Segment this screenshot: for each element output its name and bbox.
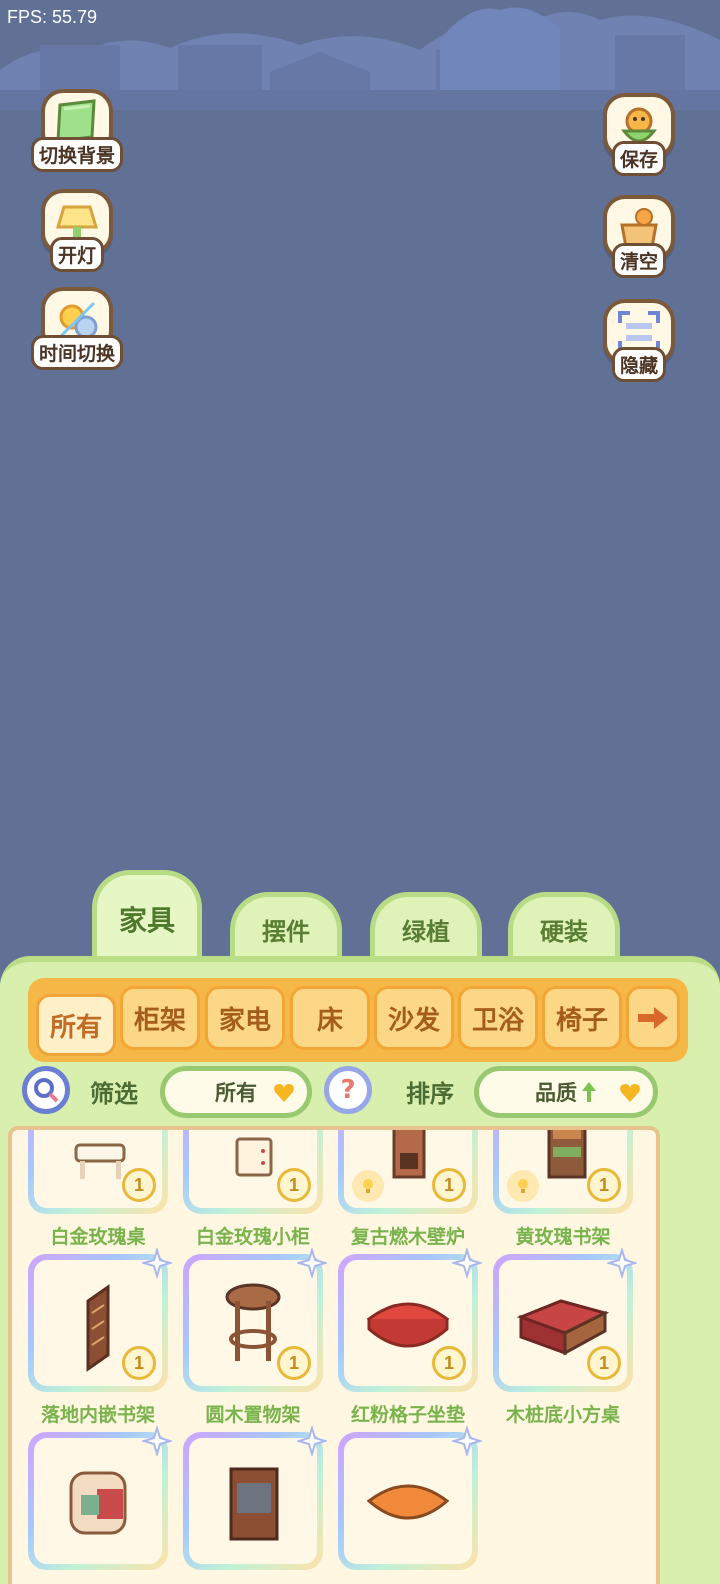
sub-tab-appliance-label: 家电 [218, 1005, 271, 1036]
item-count-badge: 1 [432, 1168, 466, 1202]
item-count-badge: 1 [432, 1346, 466, 1380]
switch-background-label: 切换背景 [31, 137, 124, 172]
item-count-badge: 1 [587, 1168, 621, 1202]
item-name: 红粉格子坐垫 [350, 1404, 465, 1426]
list-item[interactable] [183, 1426, 327, 1584]
item-count-badge: 1 [122, 1168, 156, 1202]
sub-tab-sofa[interactable]: 沙发 [374, 986, 454, 1050]
sparkle-icon [452, 1426, 482, 1456]
armchair-icon [69, 1471, 127, 1535]
item-count-badge: 1 [122, 1346, 156, 1380]
filter-row: 筛选 所有 ? 排序 品质 [20, 1064, 700, 1122]
item-count-badge: 1 [277, 1168, 311, 1202]
tab-hardware-label: 硬装 [540, 918, 588, 946]
light-on-button[interactable]: 开灯 [32, 180, 122, 272]
lightbulb-icon [507, 1170, 539, 1202]
item-count-badge: 1 [587, 1346, 621, 1380]
list-item[interactable]: 1 红粉格子坐垫 [338, 1248, 482, 1430]
sparkle-icon [297, 1426, 327, 1456]
sparkle-icon [142, 1248, 172, 1278]
arrow-up-icon [582, 1082, 596, 1102]
list-item[interactable]: 1 圆木置物架 [183, 1248, 327, 1430]
item-name: 黄玫瑰书架 [515, 1226, 611, 1248]
sparkle-icon [297, 1248, 327, 1278]
filter-value: 所有 [215, 1081, 257, 1105]
list-item[interactable]: 1 白金玫瑰小柜 [183, 1130, 323, 1252]
arrow-right-icon [638, 1007, 668, 1029]
filter-dropdown[interactable]: 所有 [160, 1066, 312, 1118]
clear-button[interactable]: 清空 [594, 186, 684, 278]
tab-furniture[interactable]: 家具 [92, 870, 202, 962]
list-item[interactable]: 1 黄玫瑰书架 [493, 1130, 633, 1252]
sort-label: 排序 [406, 1080, 454, 1108]
fps-counter: FPS: 55.79 [7, 7, 98, 27]
filter-label: 筛选 [90, 1080, 138, 1108]
sub-tab-cabinet-label: 柜架 [133, 1005, 186, 1036]
light-on-label: 开灯 [49, 237, 104, 272]
furniture-panel: 所有 柜架 家电 床 沙发 卫浴 椅子 筛选 所有 ? 排序 品质 1 白金玫瑰… [0, 956, 720, 1584]
sub-tab-bar: 所有 柜架 家电 床 沙发 卫浴 椅子 [28, 978, 688, 1062]
tab-hardware[interactable]: 硬装 [508, 892, 620, 962]
sub-tab-bathroom[interactable]: 卫浴 [458, 986, 538, 1050]
sub-tab-appliance[interactable]: 家电 [205, 986, 285, 1050]
tv-cabinet-icon [229, 1467, 279, 1541]
switch-background-button[interactable]: 切换背景 [31, 80, 124, 172]
sub-tab-sofa-label: 沙发 [387, 1005, 440, 1036]
list-item[interactable] [338, 1426, 482, 1584]
time-switch-label: 时间切换 [31, 335, 124, 370]
save-button[interactable]: 保存 [594, 84, 684, 176]
heart-icon [620, 1084, 640, 1102]
sub-tab-bed[interactable]: 床 [290, 986, 370, 1050]
tab-ornaments-label: 摆件 [262, 918, 310, 946]
item-name: 白金玫瑰桌 [50, 1226, 146, 1248]
item-name: 圆木置物架 [205, 1404, 301, 1426]
sparkle-icon [607, 1248, 637, 1278]
help-icon[interactable]: ? [324, 1066, 372, 1114]
sort-value: 品质 [535, 1081, 577, 1105]
item-name: 木桩底小方桌 [505, 1404, 620, 1426]
hide-label: 隐藏 [611, 347, 666, 382]
sub-tab-all-label: 所有 [49, 1012, 102, 1043]
list-item[interactable] [28, 1426, 172, 1584]
sort-dropdown[interactable]: 品质 [474, 1066, 658, 1118]
list-item[interactable]: 1 落地内嵌书架 [28, 1248, 172, 1430]
item-grid: 1 白金玫瑰桌 1 白金玫瑰小柜 1 复古燃木壁炉 1 黄玫瑰书架 1 落地内嵌… [8, 1126, 660, 1584]
item-name: 白金玫瑰小柜 [195, 1226, 310, 1248]
time-switch-button[interactable]: 时间切换 [31, 278, 124, 370]
lightbulb-icon [352, 1170, 384, 1202]
tab-plants-label: 绿植 [402, 918, 450, 946]
sub-tab-chair-label: 椅子 [555, 1005, 608, 1036]
sub-tab-next-arrow[interactable] [626, 986, 680, 1050]
item-name: 复古燃木壁炉 [350, 1226, 465, 1248]
item-name: 落地内嵌书架 [40, 1404, 155, 1426]
heart-icon [274, 1084, 294, 1102]
tab-furniture-label: 家具 [118, 903, 175, 937]
search-icon[interactable] [22, 1066, 70, 1114]
hide-button[interactable]: 隐藏 [594, 290, 684, 382]
orange-cushion-icon [366, 1484, 450, 1520]
sub-tab-all[interactable]: 所有 [36, 994, 116, 1056]
item-count-badge: 1 [277, 1346, 311, 1380]
sparkle-icon [142, 1426, 172, 1456]
clear-label: 清空 [611, 243, 666, 278]
sparkle-icon [452, 1248, 482, 1278]
sub-tab-chair[interactable]: 椅子 [542, 986, 622, 1050]
sub-tab-cabinet[interactable]: 柜架 [120, 986, 200, 1050]
tab-ornaments[interactable]: 摆件 [230, 892, 342, 962]
save-label: 保存 [611, 141, 666, 176]
list-item[interactable]: 1 白金玫瑰桌 [28, 1130, 168, 1252]
list-item[interactable]: 1 木桩底小方桌 [493, 1248, 637, 1430]
tab-plants[interactable]: 绿植 [370, 892, 482, 962]
sub-tab-bathroom-label: 卫浴 [471, 1005, 524, 1036]
list-item[interactable]: 1 复古燃木壁炉 [338, 1130, 478, 1252]
sub-tab-bed-label: 床 [316, 1005, 343, 1036]
